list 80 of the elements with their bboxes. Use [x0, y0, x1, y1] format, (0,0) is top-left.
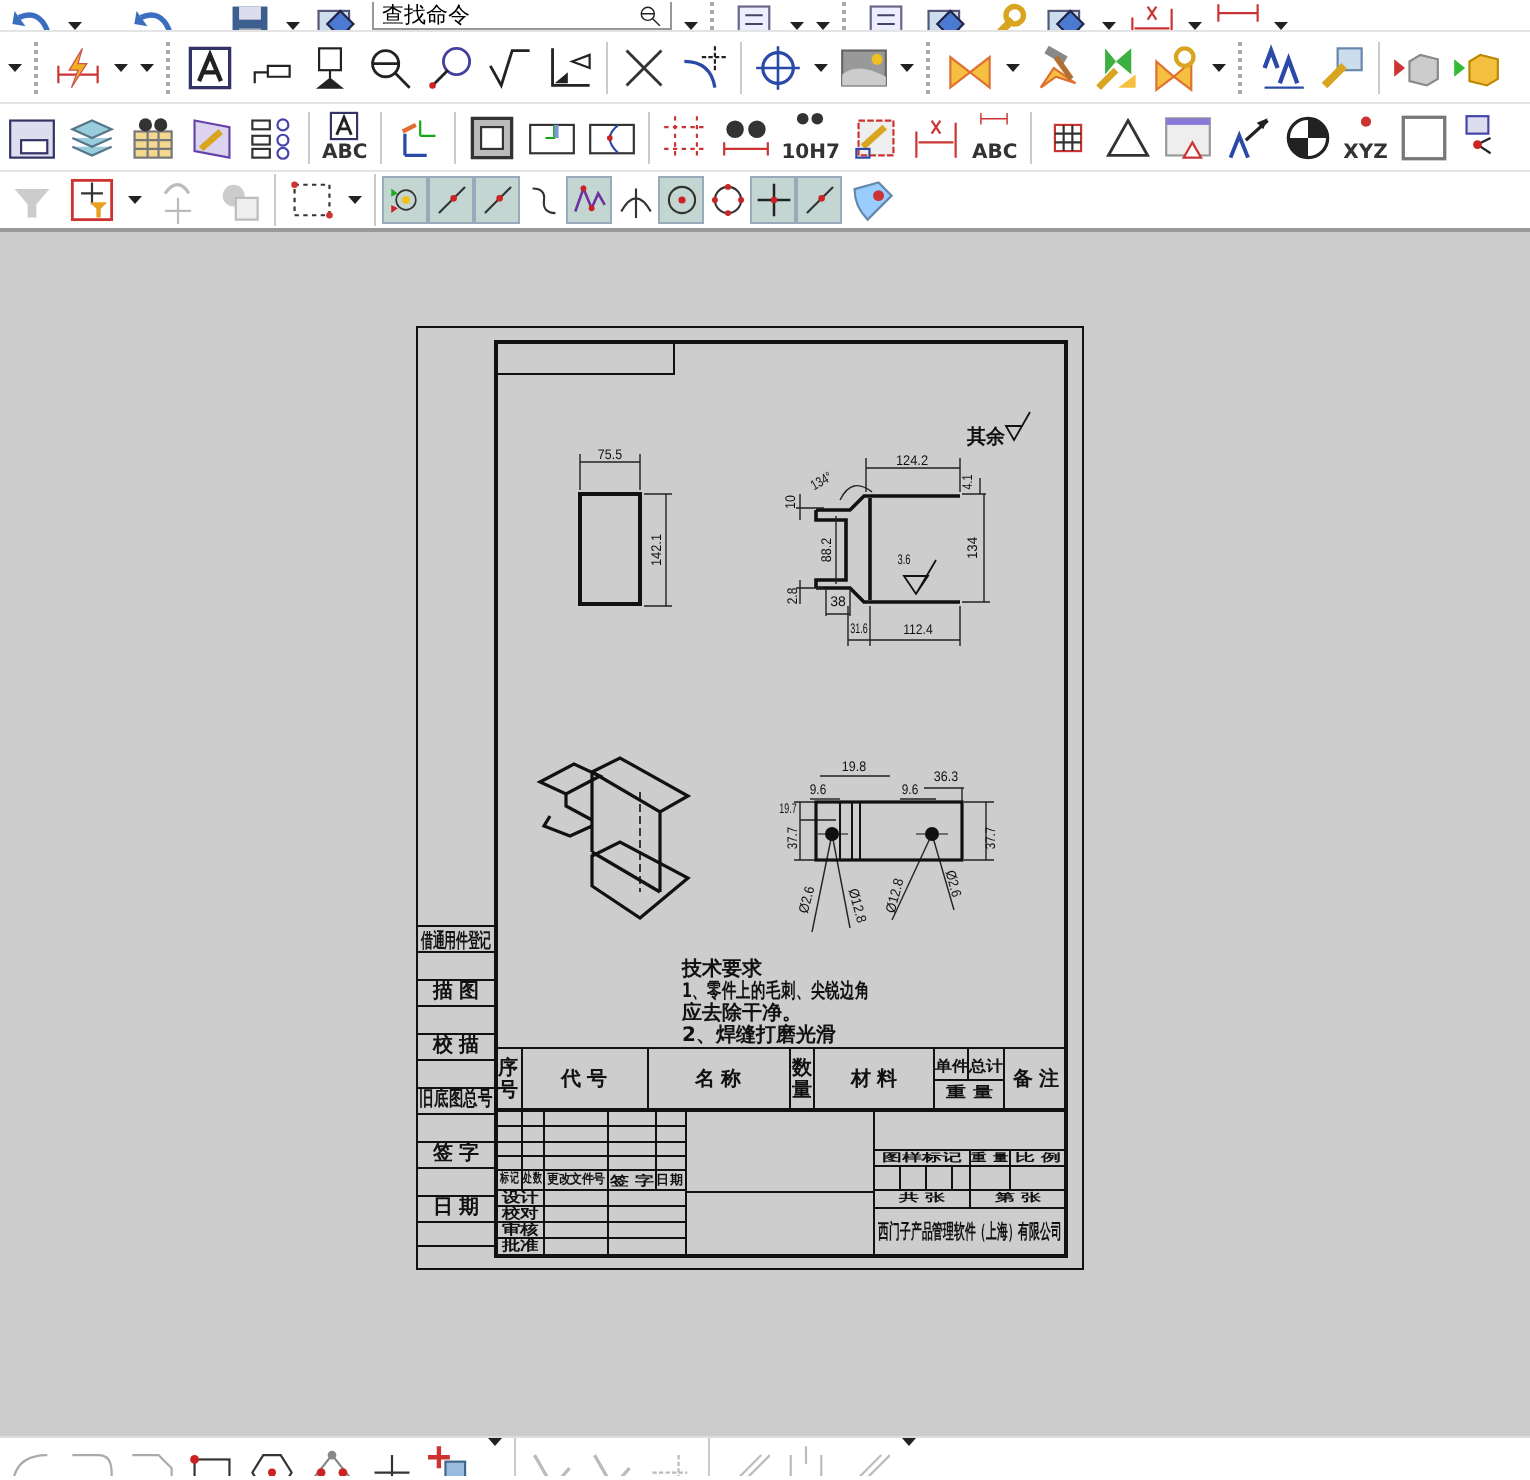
technical-note: 2、焊缝打磨光滑	[682, 1025, 836, 1047]
icon-caption: XYZ	[1343, 142, 1388, 164]
title-block-label: 日 期	[432, 1197, 480, 1219]
selection-filter-icon[interactable]	[68, 176, 116, 224]
snap-toggle-button[interactable]	[658, 176, 704, 224]
snap-toggle-button[interactable]	[566, 176, 612, 224]
dropdown-caret-icon[interactable]	[1188, 22, 1202, 30]
magnifier-icon[interactable]	[638, 3, 662, 27]
table-binoculars-icon[interactable]	[128, 113, 176, 161]
table-header: 序号	[498, 1058, 518, 1102]
shaded-sheet-icon[interactable]	[848, 176, 896, 224]
circle-quadrant-icon	[709, 182, 745, 218]
lightning-dimension-icon[interactable]	[54, 43, 102, 91]
surface-finish-note: 其余	[966, 426, 1006, 450]
line-point-icon	[433, 182, 469, 218]
sheet-layout-icon[interactable]	[8, 113, 56, 161]
magnifier-icon[interactable]	[366, 43, 414, 91]
text-style-icon[interactable]	[1258, 43, 1306, 91]
dropdown-caret-icon[interactable]	[8, 63, 22, 71]
company-name: 西门子产品管理软件（上海）有限公司	[878, 1220, 1062, 1244]
command-search-field[interactable]: 查找命令	[372, 2, 672, 30]
triangle-icon[interactable]	[1103, 113, 1152, 161]
dropdown-caret-icon[interactable]	[348, 196, 362, 204]
surface-finish-symbol	[1005, 411, 1031, 441]
bowtie-wrench-icon[interactable]	[1092, 43, 1140, 91]
dropdown-caret-icon[interactable]	[684, 22, 698, 30]
dropdown-caret-icon[interactable]	[1006, 63, 1020, 71]
dimension-line	[819, 775, 891, 777]
table-header: 材 料	[850, 1069, 898, 1091]
balloon-icon[interactable]	[426, 43, 474, 91]
snap-toggle-button[interactable]	[750, 176, 796, 224]
table-header: 名 称	[694, 1069, 742, 1091]
dropdown-caret-icon[interactable]	[1102, 22, 1116, 30]
circle-center-icon	[663, 182, 699, 218]
wrench-box-icon[interactable]	[851, 113, 900, 161]
icon-caption: 10H7	[781, 142, 840, 164]
table-header: 备 注	[1012, 1069, 1060, 1091]
tool-sheet-icon[interactable]	[188, 113, 236, 161]
dropdown-caret-icon[interactable]	[68, 22, 82, 30]
title-block-label: 校 描	[432, 1035, 480, 1057]
snap-toggle-button[interactable]	[796, 176, 842, 224]
dropdown-caret-icon[interactable]	[286, 22, 300, 30]
line-point-icon	[479, 182, 515, 218]
cross-point-icon	[755, 182, 791, 218]
bowtie-ring-icon[interactable]	[1152, 43, 1200, 91]
title-block-label: 描 图	[432, 981, 480, 1003]
empty-square-icon[interactable]	[1399, 113, 1448, 161]
title-block-label: 旧底图总号	[418, 1088, 494, 1112]
line-point-icon	[801, 182, 837, 218]
dashed-rectangle-icon[interactable]	[288, 176, 336, 224]
center-of-mass-icon[interactable]	[1283, 113, 1332, 161]
arrow-label-icon[interactable]	[1223, 113, 1272, 161]
dimension-line	[795, 493, 825, 521]
table-header: 数量	[792, 1058, 812, 1102]
snap-toggle-button[interactable]	[428, 176, 474, 224]
title-block-label: 借通用件登记	[421, 927, 491, 953]
snap-toggle-button[interactable]	[382, 176, 428, 224]
wrench-sheet-icon[interactable]	[1318, 43, 1366, 91]
check-mark-icon[interactable]	[486, 43, 534, 91]
front-view-outline	[578, 492, 642, 606]
title-block-label: 签 字	[432, 1143, 480, 1165]
technical-note: 应去除干净。	[682, 1003, 802, 1025]
crosshair-icon[interactable]	[754, 43, 802, 91]
dropdown-caret-icon[interactable]	[128, 196, 142, 204]
snap-toggle-button[interactable]	[474, 176, 520, 224]
arc-centerline-icon[interactable]	[680, 43, 728, 91]
notes-heading: 技术要求	[682, 959, 762, 981]
dimension-line	[795, 579, 825, 605]
icon-caption: ABC	[971, 142, 1018, 164]
polyline-points-icon	[571, 182, 607, 218]
icon-caption: ABC	[322, 142, 368, 164]
dropdown-caret-icon[interactable]	[900, 63, 914, 71]
image-icon[interactable]	[840, 43, 888, 91]
hatched-square-icon[interactable]	[467, 113, 516, 161]
dropdown-caret-icon[interactable]	[1212, 63, 1226, 71]
corner-symbol-icon[interactable]	[546, 43, 594, 91]
dropdown-caret-icon[interactable]	[814, 63, 828, 71]
dropdown-caret-icon[interactable]	[1274, 22, 1288, 30]
technical-note: 1、零件上的毛刺、尖锐边角	[682, 980, 870, 1004]
table-header: 代 号	[560, 1069, 608, 1091]
